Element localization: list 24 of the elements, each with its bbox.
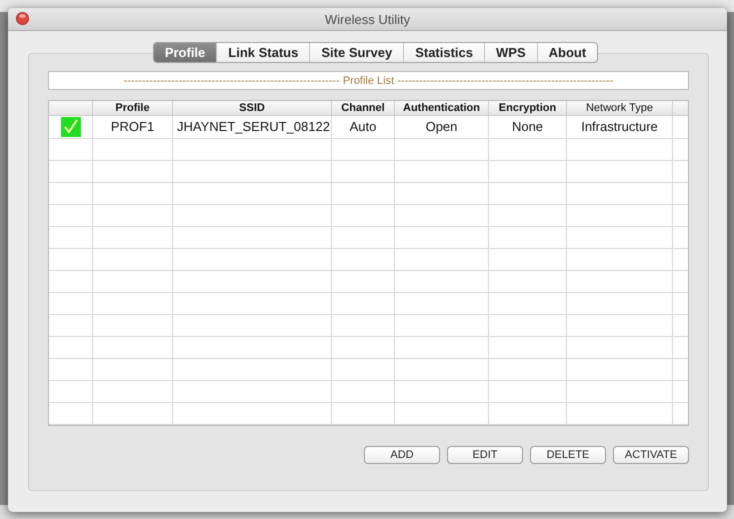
action-button[interactable]: EDIT xyxy=(447,446,523,464)
table-cell: Auto xyxy=(332,116,395,138)
table-cell: PROF1 xyxy=(93,116,173,138)
window-title: Wireless Utility xyxy=(324,12,410,26)
tab[interactable]: Link Status xyxy=(216,43,310,62)
column-header: Profile xyxy=(93,101,173,115)
tab[interactable]: Profile xyxy=(154,43,216,62)
action-button[interactable]: ADD xyxy=(364,446,440,464)
action-button[interactable]: DELETE xyxy=(530,446,606,464)
column-header: Network Type xyxy=(567,101,673,115)
tab[interactable]: Site Survey xyxy=(309,43,404,62)
close-icon[interactable] xyxy=(16,12,29,25)
list-title: ----------------------------------------------------------- Profile List ----------------------------------------------------------- xyxy=(124,74,614,86)
column-header: Encryption xyxy=(489,101,567,115)
action-button[interactable]: ACTIVATE xyxy=(613,446,689,464)
tab[interactable]: Statistics xyxy=(403,43,484,62)
column-header: Authentication xyxy=(395,101,489,115)
column-header: SSID xyxy=(173,101,332,115)
table-cell: None xyxy=(489,116,567,138)
table-cell: JHAYNET_SERUT_08122 xyxy=(173,116,332,138)
column-header: Channel xyxy=(332,101,395,115)
table-cell: Open xyxy=(395,116,489,138)
table-cell: Infrastructure xyxy=(567,116,673,138)
tab[interactable]: WPS xyxy=(484,43,537,62)
